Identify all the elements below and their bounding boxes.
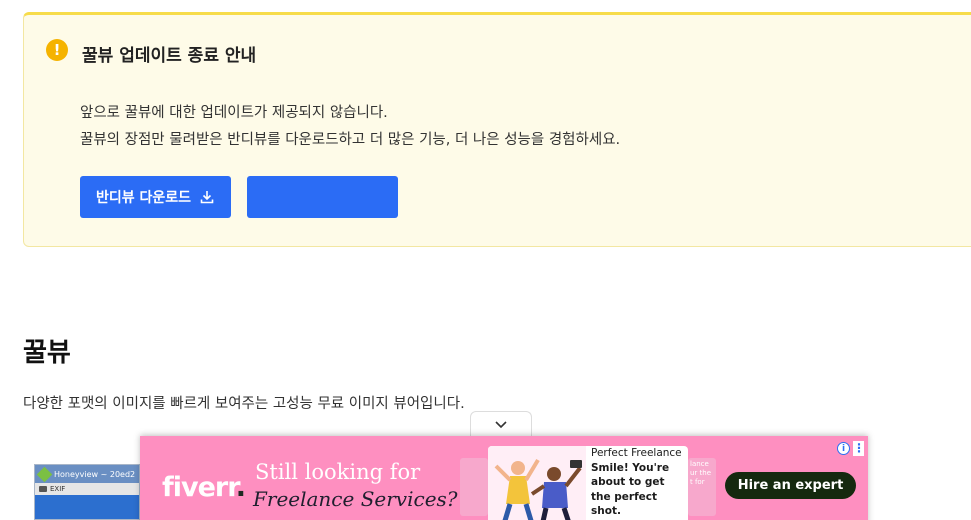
- fiverr-logo: fiverr.: [162, 472, 246, 503]
- fiverr-ad-banner[interactable]: fiverr. Still looking for Freelance Serv…: [140, 436, 868, 520]
- download-button-label: 반디뷰 다운로드: [95, 190, 192, 206]
- ad-collapse-toggle[interactable]: [470, 411, 532, 437]
- exclamation-icon: !: [46, 39, 68, 61]
- freelancer-illustration: [488, 446, 586, 520]
- notice-line-2: 꿀뷰의 장점만 물려받은 반디뷰를 다운로드하고 더 많은 기능, 더 나은 성…: [80, 132, 621, 148]
- thumbnail-titlebar: Honeyview ~ 20ed2: [35, 465, 139, 483]
- camera-icon: [39, 486, 47, 492]
- ad-menu-icon[interactable]: ⋮: [853, 441, 865, 456]
- notice-title: 꿀뷰 업데이트 종료 안내: [82, 46, 257, 66]
- thumbnail-exif-label: EXIF: [50, 485, 66, 493]
- secondary-button[interactable]: [247, 176, 398, 218]
- ad-card-next: lance ur the t for: [688, 458, 716, 516]
- ad-info-icon[interactable]: i: [837, 442, 850, 455]
- hire-an-expert-button[interactable]: Hire an expert: [725, 472, 856, 499]
- page-description: 다양한 포맷의 이미지를 빠르게 보여주는 고성능 무료 이미지 뷰어입니다.: [23, 396, 465, 412]
- honeyview-logo-icon: [36, 466, 53, 482]
- thumbnail-window-title: Honeyview ~ 20ed2: [54, 469, 136, 479]
- ad-headline-1: Still looking for: [255, 460, 421, 484]
- thumbnail-toolbar: EXIF: [35, 483, 139, 495]
- chevron-down-icon: [495, 420, 507, 428]
- ad-card-title: Perfect Freelance: [591, 447, 682, 459]
- ad-card-body: Smile! You're about to get the perfect s…: [591, 461, 670, 518]
- download-icon: [200, 191, 214, 204]
- bandiview-download-button[interactable]: 반디뷰 다운로드: [80, 176, 231, 218]
- ad-headline-2: Freelance Services?: [253, 487, 458, 511]
- notice-body: 앞으로 꿀뷰에 대한 업데이트가 제공되지 않습니다. 꿀뷰의 장점만 물려받은…: [80, 100, 620, 154]
- notice-line-1: 앞으로 꿀뷰에 대한 업데이트가 제공되지 않습니다.: [80, 105, 388, 121]
- honeyview-screenshot-thumbnail: Honeyview ~ 20ed2 EXIF: [34, 464, 140, 520]
- page-title: 꿀뷰: [23, 338, 71, 368]
- update-end-notice: ! 꿀뷰 업데이트 종료 안내 앞으로 꿀뷰에 대한 업데이트가 제공되지 않습…: [23, 12, 971, 247]
- ad-card-prev: [460, 458, 488, 516]
- ad-card-text: Perfect Freelance Smile! You're about to…: [591, 446, 685, 519]
- ad-card[interactable]: Perfect Freelance Smile! You're about to…: [488, 446, 688, 520]
